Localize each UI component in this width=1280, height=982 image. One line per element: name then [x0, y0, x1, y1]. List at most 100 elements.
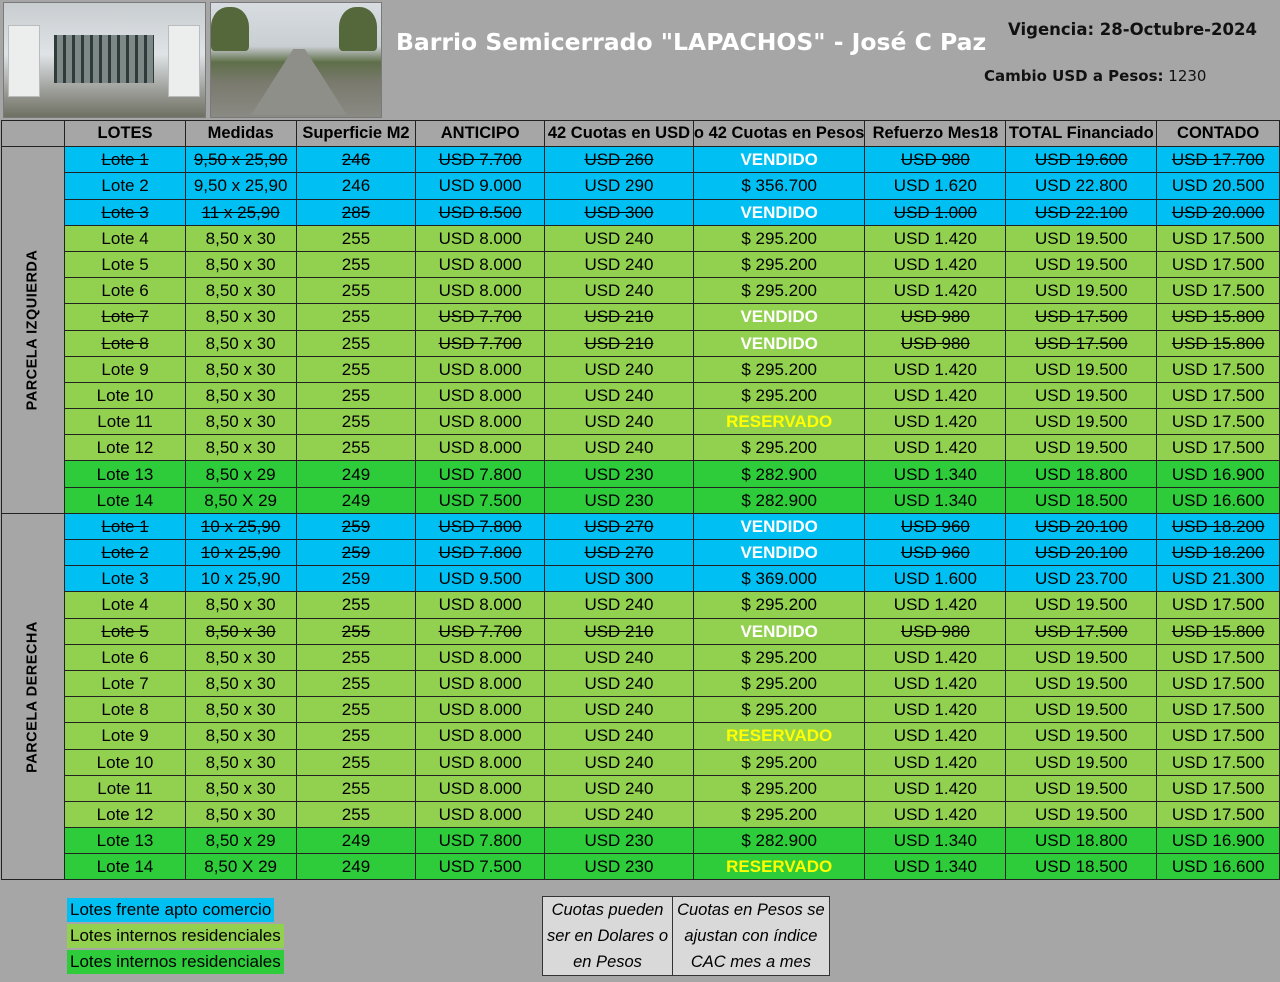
lot-area: 249 [295, 460, 417, 488]
lot-installment-usd: USD 240 [543, 722, 694, 750]
lot-measures: 10 x 25,90 [184, 512, 297, 541]
lot-cash-price: USD 16.900 [1156, 827, 1280, 855]
lot-installment-usd: USD 230 [543, 827, 694, 855]
lot-name: Lote 14 [64, 486, 186, 514]
lot-area: 255 [295, 224, 417, 252]
lot-down-payment: USD 9.500 [415, 565, 545, 593]
lot-down-payment: USD 7.700 [415, 329, 545, 357]
lot-cash-price: USD 17.500 [1156, 408, 1280, 436]
lot-installment-usd: USD 240 [543, 748, 694, 776]
gate-photo [3, 2, 206, 118]
lot-installment-pesos: $ 295.200 [692, 434, 866, 462]
lot-measures: 8,50 x 30 [184, 748, 297, 776]
lot-reinforcement: USD 1.420 [864, 277, 1007, 305]
lot-installment-usd: USD 240 [543, 643, 694, 671]
notes-box: Cuotas pueden ser en Dolares o en Pesos … [541, 896, 830, 976]
table-row: Lote 4 8,50 x 30 255 USD 8.000 USD 240 $ 295.… [2, 591, 1280, 619]
lot-total-financed: USD 19.500 [1005, 224, 1158, 252]
lot-measures: 8,50 x 30 [184, 643, 297, 671]
lot-down-payment: USD 7.500 [415, 853, 545, 881]
lot-down-payment: USD 8.500 [415, 198, 545, 226]
lot-reinforcement: USD 1.420 [864, 355, 1007, 383]
lot-cash-price: USD 15.800 [1156, 303, 1280, 331]
lot-total-financed: USD 19.500 [1005, 591, 1158, 619]
table-row: Lote 12 8,50 x 30 255 USD 8.000 USD 240 $ 295… [2, 800, 1280, 829]
table-row: Lote 13 8,50 x 29 249 USD 7.800 USD 230 $ 282… [2, 460, 1280, 488]
exchange-rate: Cambio USD a Pesos: 1230 [984, 67, 1206, 85]
lot-installment-pesos: VENDIDO [692, 329, 866, 357]
lot-cash-price: USD 16.600 [1156, 853, 1280, 881]
price-table: LOTES Medidas Superficie M2 ANTICIPO 42 … [0, 119, 1280, 881]
lot-cash-price: USD 15.800 [1156, 617, 1280, 645]
lot-installment-pesos: $ 295.200 [692, 250, 866, 279]
lot-cash-price: USD 17.700 [1156, 146, 1280, 174]
lot-reinforcement: USD 1.420 [864, 748, 1007, 776]
table-row: Lote 8 8,50 x 30 255 USD 8.000 USD 240 $ 295.… [2, 696, 1280, 724]
lot-total-financed: USD 18.800 [1005, 460, 1158, 488]
lot-installment-usd: USD 240 [543, 408, 694, 436]
page-title: Barrio Semicerrado "LAPACHOS" - José C P… [396, 28, 987, 56]
lot-area: 249 [295, 827, 417, 855]
lot-installment-pesos: $ 356.700 [692, 172, 866, 200]
lot-cash-price: USD 17.500 [1156, 355, 1280, 383]
lot-area: 259 [295, 512, 417, 541]
table-row: Lote 5 8,50 x 30 255 USD 8.000 USD 240 $ 295.… [2, 250, 1280, 279]
lot-name: Lote 1 [64, 512, 186, 541]
lot-name: Lote 12 [64, 434, 186, 462]
lot-down-payment: USD 8.000 [415, 696, 545, 724]
lot-measures: 8,50 x 30 [184, 617, 297, 645]
lot-reinforcement: USD 1.340 [864, 853, 1007, 881]
table-row: Lote 4 8,50 x 30 255 USD 8.000 USD 240 $ 295.… [2, 224, 1280, 252]
lot-name: Lote 2 [64, 538, 186, 567]
corner-cell [0, 119, 66, 148]
lot-installment-usd: USD 210 [543, 303, 694, 331]
note-line: ser en Dolares o [547, 927, 669, 945]
lot-cash-price: USD 20.500 [1156, 172, 1280, 200]
lot-name: Lote 8 [64, 696, 186, 724]
lot-area: 285 [295, 198, 417, 226]
lot-down-payment: USD 7.800 [415, 827, 545, 855]
lot-measures: 8,50 X 29 [184, 486, 297, 514]
parcel-label-cell: PARCELA DERECHA [0, 512, 66, 881]
lot-cash-price: USD 15.800 [1156, 329, 1280, 357]
lot-measures: 8,50 x 30 [184, 800, 297, 829]
col-header: CONTADO [1156, 119, 1280, 148]
lot-total-financed: USD 19.500 [1005, 277, 1158, 305]
lot-area: 255 [295, 591, 417, 619]
lot-measures: 9,50 x 25,90 [184, 172, 297, 200]
lot-area: 255 [295, 643, 417, 671]
lot-installment-usd: USD 270 [543, 512, 694, 541]
lot-installment-usd: USD 240 [543, 355, 694, 383]
lot-down-payment: USD 7.700 [415, 617, 545, 645]
lot-installment-usd: USD 240 [543, 224, 694, 252]
lot-area: 255 [295, 617, 417, 645]
lot-installment-pesos: $ 295.200 [692, 643, 866, 671]
lot-measures: 8,50 X 29 [184, 853, 297, 881]
lot-name: Lote 10 [64, 748, 186, 776]
lot-measures: 8,50 x 29 [184, 827, 297, 855]
lot-area: 255 [295, 434, 417, 462]
col-header: 42 Cuotas en USD [543, 119, 694, 148]
lot-name: Lote 13 [64, 827, 186, 855]
lot-reinforcement: USD 1.340 [864, 827, 1007, 855]
lot-installment-usd: USD 230 [543, 486, 694, 514]
lot-installment-usd: USD 240 [543, 381, 694, 410]
trees-left [211, 7, 249, 51]
lot-name: Lote 6 [64, 643, 186, 671]
lot-total-financed: USD 22.100 [1005, 198, 1158, 226]
lot-down-payment: USD 7.700 [415, 303, 545, 331]
lot-installment-usd: USD 240 [543, 696, 694, 724]
lot-cash-price: USD 21.300 [1156, 565, 1280, 593]
lot-area: 249 [295, 486, 417, 514]
lot-down-payment: USD 7.800 [415, 538, 545, 567]
lot-total-financed: USD 19.500 [1005, 669, 1158, 698]
lot-total-financed: USD 17.500 [1005, 329, 1158, 357]
lot-installment-usd: USD 240 [543, 277, 694, 305]
lot-installment-pesos: VENDIDO [692, 303, 866, 331]
lot-down-payment: USD 8.000 [415, 250, 545, 279]
lot-total-financed: USD 19.500 [1005, 643, 1158, 671]
lot-cash-price: USD 17.500 [1156, 277, 1280, 305]
lot-total-financed: USD 18.500 [1005, 853, 1158, 881]
lot-total-financed: USD 19.500 [1005, 355, 1158, 383]
lot-reinforcement: USD 1.420 [864, 696, 1007, 724]
